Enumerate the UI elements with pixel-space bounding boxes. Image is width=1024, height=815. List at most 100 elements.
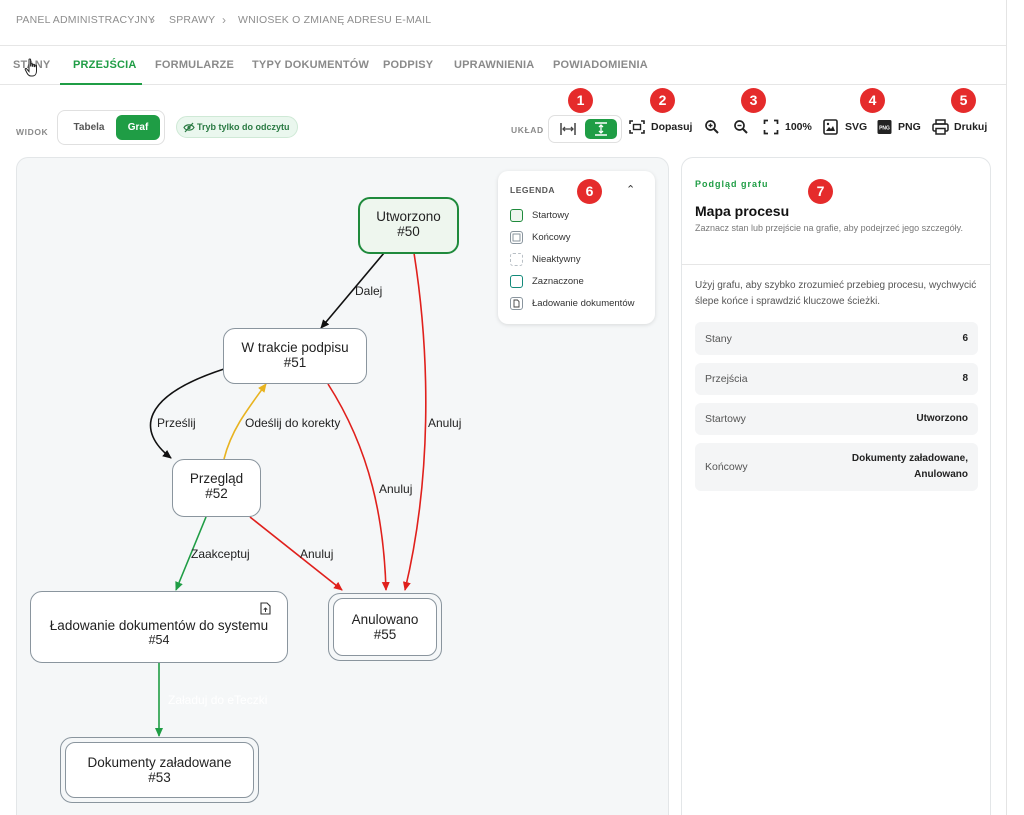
panel-description: Użyj grafu, aby szybko zrozumieć przebie… [695,280,977,307]
panel-subtitle: Zaznacz stan lub przejście na grafie, ab… [695,223,963,233]
legend-swatch [510,209,523,222]
final-node-inner: Anulowano #55 [333,598,437,656]
breadcrumb-item-cases[interactable]: SPRAWY [169,14,215,26]
edge-zaladuj-do-eteczki[interactable]: Załaduj do eTeczki [155,663,267,737]
active-tab-indicator [60,83,142,85]
node-name: Utworzono [376,209,441,224]
edge-anuluj-50[interactable]: Anuluj [402,252,461,591]
fullscreen-icon[interactable] [763,119,779,135]
node-id: #52 [205,486,228,501]
node-id: #53 [148,770,171,785]
export-svg-button[interactable]: SVG [845,121,867,133]
printer-icon[interactable] [932,119,949,135]
legend-label: Końcowy [532,232,571,243]
stat-label: Startowy [705,413,746,425]
annotation-badge: 1 [568,88,593,113]
panel-divider [682,264,990,265]
readonly-badge: Tryb tylko do odczytu [176,116,298,138]
breadcrumb-item-admin-panel[interactable]: PANEL ADMINISTRACYJNY [16,14,155,26]
graph-preview-panel: Podgląd grafu Mapa procesu Zaznacz stan … [681,157,991,815]
tab-notifications[interactable]: POWIADOMIENIA [553,59,648,71]
document-upload-icon [260,602,271,615]
state-node-przeglad[interactable]: Przegląd #52 [172,459,261,517]
stat-value: 8 [962,373,968,384]
legend-label: Ładowanie dokumentów [532,298,635,309]
edge-label: Dalej [355,284,382,298]
annotation-badge: 6 [577,179,602,204]
tab-permissions[interactable]: UPRAWNIENIA [454,59,534,71]
export-png-button[interactable]: PNG [898,121,921,133]
edge-label: Zaakceptuj [191,547,250,561]
panel-eyebrow: Podgląd grafu [695,179,769,189]
zoom-reset-button[interactable]: 100% [785,121,812,133]
stat-states: Stany 6 [695,322,978,355]
stat-start-state: Startowy Utworzono [695,403,978,435]
fit-screen-icon[interactable] [629,119,645,135]
svg-text:PNG: PNG [879,126,890,132]
zoom-out-icon[interactable] [733,119,749,135]
legend-label: Startowy [532,210,569,221]
stat-label: Przejścia [705,373,748,385]
tab-document-types[interactable]: TYPY DOKUMENTÓW [252,59,369,71]
edge-anuluj-52[interactable]: Anuluj [249,516,343,591]
print-button[interactable]: Drukuj [954,121,987,133]
node-name: Przegląd [189,471,244,486]
fit-button[interactable]: Dopasuj [651,121,692,133]
breadcrumb: PANEL ADMINISTRACYJNY › SPRAWY › WNIOSEK… [0,0,1006,46]
legend-label: Zaznaczone [532,276,584,287]
final-node-inner: Dokumenty załadowane #53 [65,742,254,798]
stat-final-states: Końcowy Dokumenty załadowane, Anulowano [695,443,978,491]
annotation-badge: 5 [951,88,976,113]
layout-toggle [548,115,622,143]
stat-value: 6 [962,333,968,344]
edge-label: Odeślij do korekty [245,416,340,430]
readonly-label: Tryb tylko do odczytu [197,122,290,132]
panel-title: Mapa procesu [695,203,790,219]
legend-title: LEGENDA [510,185,556,195]
state-node-anulowano[interactable]: Anulowano #55 [328,593,442,661]
edge-label: Anuluj [300,547,333,561]
tab-signatures[interactable]: PODPISY [383,59,433,71]
table-view-button[interactable]: Tabela [64,115,114,140]
tab-forms[interactable]: FORMULARZE [155,59,234,71]
edge-przeslij[interactable]: Prześlij [149,368,225,459]
edge-odeslij-do-korekty[interactable]: Odeślij do korekty [223,383,340,460]
node-id: #54 [148,633,170,647]
view-label: WIDOK [16,127,49,137]
node-name: W trakcie podpisu [241,340,349,355]
eye-off-icon [183,122,195,133]
state-node-w-trakcie-podpisu[interactable]: W trakcie podpisu #51 [223,328,367,384]
document-upload-icon [513,299,520,308]
page-scrollbar[interactable] [1006,0,1024,815]
legend-swatch [510,275,523,288]
stat-value: Dokumenty załadowane, Anulowano [851,453,968,480]
layout-label: UKŁAD [511,125,544,135]
edge-zaakceptuj[interactable]: Zaakceptuj [175,516,250,591]
breadcrumb-separator: › [151,13,155,27]
legend-swatch [510,253,523,266]
state-node-utworzono[interactable]: Utworzono #50 [358,197,459,254]
breadcrumb-item-current: WNIOSEK O ZMIANĘ ADRESU E-MAIL [238,14,432,26]
edge-label: Anuluj [379,482,412,496]
png-file-icon[interactable]: PNG [877,119,892,135]
edge-dalej[interactable]: Dalej [320,252,385,329]
layout-vertical-button[interactable] [585,119,617,139]
node-id: #50 [397,224,420,239]
state-node-dokumenty-zaladowane[interactable]: Dokumenty załadowane #53 [60,737,259,803]
stat-label: Końcowy [705,461,748,473]
zoom-in-icon[interactable] [704,119,720,135]
node-id: #51 [283,355,307,370]
layout-horizontal-button[interactable] [552,119,584,139]
breadcrumb-separator: › [222,13,226,27]
tab-transitions[interactable]: PRZEJŚCIA [73,59,137,71]
arrows-horizontal-icon [560,123,576,135]
stat-transitions: Przejścia 8 [695,363,978,395]
state-node-ladowanie-dokumentow[interactable]: Ładowanie dokumentów do systemu #54 [30,591,288,663]
node-name: Anulowano [351,612,419,627]
image-file-icon[interactable] [823,119,838,135]
edge-anuluj-51[interactable]: Anuluj [327,383,412,591]
arrows-vertical-icon [595,122,607,136]
legend-swatch [510,297,523,310]
graph-view-button[interactable]: Graf [116,115,160,140]
legend-collapse-chevron-icon[interactable]: ⌃ [626,183,635,196]
